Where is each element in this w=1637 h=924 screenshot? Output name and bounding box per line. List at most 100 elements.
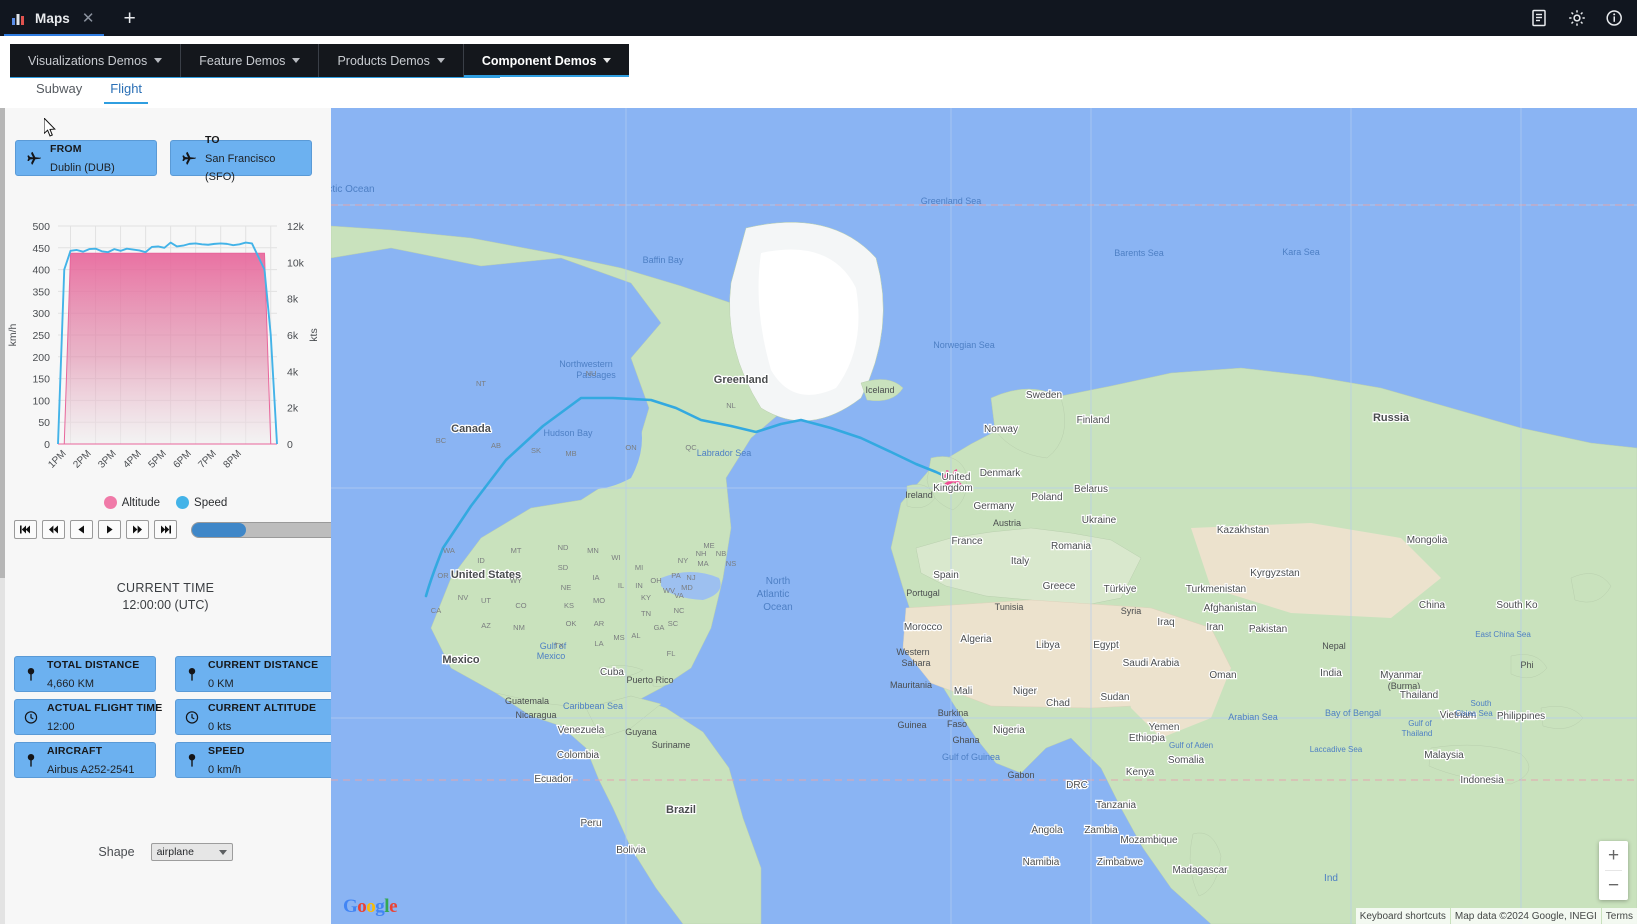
menu-item-feature-demos[interactable]: Feature Demos xyxy=(181,44,320,77)
map-region-abbr: MA xyxy=(697,559,708,568)
map-label: Arctic Ocean xyxy=(331,184,375,195)
app-root: Maps ✕ + Visualizations Demos Feature De… xyxy=(0,0,1637,924)
shape-select[interactable]: airplane xyxy=(150,843,233,861)
info-icon[interactable] xyxy=(1605,8,1625,28)
map-region-abbr: OR xyxy=(437,571,449,580)
map-region-abbr: FL xyxy=(667,649,676,658)
stat-card-total-distance[interactable]: TOTAL DISTANCE 4,660 KM xyxy=(14,656,156,692)
map-label: United xyxy=(942,472,971,483)
stat-card-actual-flight-time[interactable]: ACTUAL FLIGHT TIME 12:00 xyxy=(14,699,162,735)
y2-axis-tick-label: 2k xyxy=(287,403,299,415)
map-label: Philippines xyxy=(1497,711,1545,722)
map-label: Algeria xyxy=(960,634,992,645)
stat-cards: TOTAL DISTANCE 4,660 KM CURRENT DISTANCE… xyxy=(14,656,331,778)
map-label: Tunisia xyxy=(995,602,1024,612)
tab-subway[interactable]: Subway xyxy=(22,80,96,104)
route-from-text: FROM Dublin (DUB) xyxy=(50,139,115,177)
shape-label: Shape xyxy=(98,845,135,859)
map-label: Kenya xyxy=(1126,767,1155,778)
map-label: Faso xyxy=(947,719,967,729)
zoom-out-button[interactable]: − xyxy=(1599,871,1628,900)
map-region-abbr: AL xyxy=(631,631,640,640)
map-label: Angola xyxy=(1031,825,1063,836)
stat-card-speed[interactable]: SPEED 0 km/h xyxy=(175,742,331,778)
fast-forward-button[interactable] xyxy=(126,520,149,539)
map-region-abbr: OH xyxy=(650,576,661,585)
current-time-block: CURRENT TIME 12:00:00 (UTC) xyxy=(0,580,331,614)
legend-item-altitude[interactable]: Altitude xyxy=(103,496,160,509)
play-button[interactable] xyxy=(98,520,121,539)
terms-link[interactable]: Terms xyxy=(1601,908,1637,924)
map-label: Mozambique xyxy=(1120,835,1178,846)
close-icon[interactable]: ✕ xyxy=(79,11,98,26)
stat-card-aircraft[interactable]: AIRCRAFT Airbus A252-2541 xyxy=(14,742,156,778)
browser-tab-maps[interactable]: Maps ✕ xyxy=(0,0,108,36)
browser-tab-title: Maps xyxy=(35,10,70,26)
map-label: Oman xyxy=(1209,670,1236,681)
timeline-slider-thumb[interactable] xyxy=(192,522,246,537)
route-card-from[interactable]: FROM Dublin (DUB) xyxy=(15,140,157,176)
map-label: Ind xyxy=(1324,873,1338,884)
map-region-abbr: IL xyxy=(618,581,624,590)
skip-to-start-button[interactable] xyxy=(14,520,37,539)
map-region-abbr: VA xyxy=(674,591,683,600)
google-logo[interactable]: Google xyxy=(343,896,397,918)
plus-icon[interactable]: + xyxy=(114,8,146,29)
map-region-abbr: ND xyxy=(558,543,569,552)
airplane-icon xyxy=(26,151,41,166)
map-label: South xyxy=(1471,699,1492,708)
map-label: Niger xyxy=(1013,686,1038,697)
mouse-cursor xyxy=(44,118,56,137)
map-label: Morocco xyxy=(904,622,943,633)
map-label: DRC xyxy=(1066,780,1088,791)
map-region-abbr: NC xyxy=(674,606,685,615)
notes-icon[interactable] xyxy=(1529,8,1549,28)
timeline-slider[interactable] xyxy=(191,521,331,538)
map-canvas[interactable]: Arctic Ocean Greenland Sea Barents Sea Kara… xyxy=(331,108,1637,924)
menu-item-component-demos[interactable]: Component Demos xyxy=(463,44,630,77)
y-axis-tick-label: 300 xyxy=(32,308,50,320)
stat-card-current-altitude[interactable]: CURRENT ALTITUDE 0 kts xyxy=(175,699,331,735)
map-region-abbr: NY xyxy=(678,556,688,565)
stat-value: 4,660 KM xyxy=(47,678,95,690)
flight-chart: 0 50 100 150 200 250 300 350 400 450 500 0 2k 4k 6k 8k 1… xyxy=(0,204,331,504)
tab-flight[interactable]: Flight xyxy=(96,80,156,104)
route-card-to[interactable]: TO San Francisco (SFO) xyxy=(170,134,312,183)
stat-text: AIRCRAFT Airbus A252-2541 xyxy=(47,741,134,779)
menu-item-label: Products Demos xyxy=(337,53,430,68)
chevron-down-icon xyxy=(292,58,301,63)
step-back-button[interactable] xyxy=(70,520,93,539)
zoom-in-button[interactable]: + xyxy=(1599,841,1628,870)
keyboard-shortcuts-link[interactable]: Keyboard shortcuts xyxy=(1355,908,1450,924)
map-label: Portugal xyxy=(906,588,940,598)
logo-letter: o xyxy=(366,896,376,917)
stat-card-current-distance[interactable]: CURRENT DISTANCE 0 KM xyxy=(175,656,331,692)
map-label: Baffin Bay xyxy=(643,255,684,265)
map-region-abbr: IA xyxy=(592,573,599,582)
stat-label: TOTAL DISTANCE xyxy=(47,659,140,672)
legend-color-swatch xyxy=(176,496,190,509)
map-label: France xyxy=(951,536,983,547)
menu-item-products-demos[interactable]: Products Demos xyxy=(319,44,464,77)
stat-text: TOTAL DISTANCE 4,660 KM xyxy=(47,655,139,693)
map-label: Saudi Arabia xyxy=(1123,658,1180,669)
map-label: Venezuela xyxy=(558,725,605,736)
map-region-abbr: UT xyxy=(481,596,491,605)
y2-axis-title: kts xyxy=(308,328,320,341)
menu-item-visualizations-demos[interactable]: Visualizations Demos xyxy=(10,44,182,77)
map-label: Suriname xyxy=(652,740,691,750)
stat-text: SPEED 0 km/h xyxy=(208,741,245,779)
rewind-button[interactable] xyxy=(42,520,65,539)
y2-axis-tick-label: 0 xyxy=(287,439,293,451)
stat-value: 0 km/h xyxy=(208,764,242,776)
y-axis-tick-label: 500 xyxy=(32,221,50,233)
legend-item-speed[interactable]: Speed xyxy=(176,496,227,509)
gear-icon[interactable] xyxy=(1567,8,1587,28)
map-label: Iran xyxy=(1206,622,1223,633)
y2-axis-tick-label: 8k xyxy=(287,294,299,306)
map-label: Mali xyxy=(954,686,972,697)
map-label: Ghana xyxy=(952,735,979,745)
skip-to-end-button[interactable] xyxy=(154,520,177,539)
stat-text: CURRENT ALTITUDE 0 kts xyxy=(208,698,316,736)
map-region-abbr: WY xyxy=(510,576,522,585)
